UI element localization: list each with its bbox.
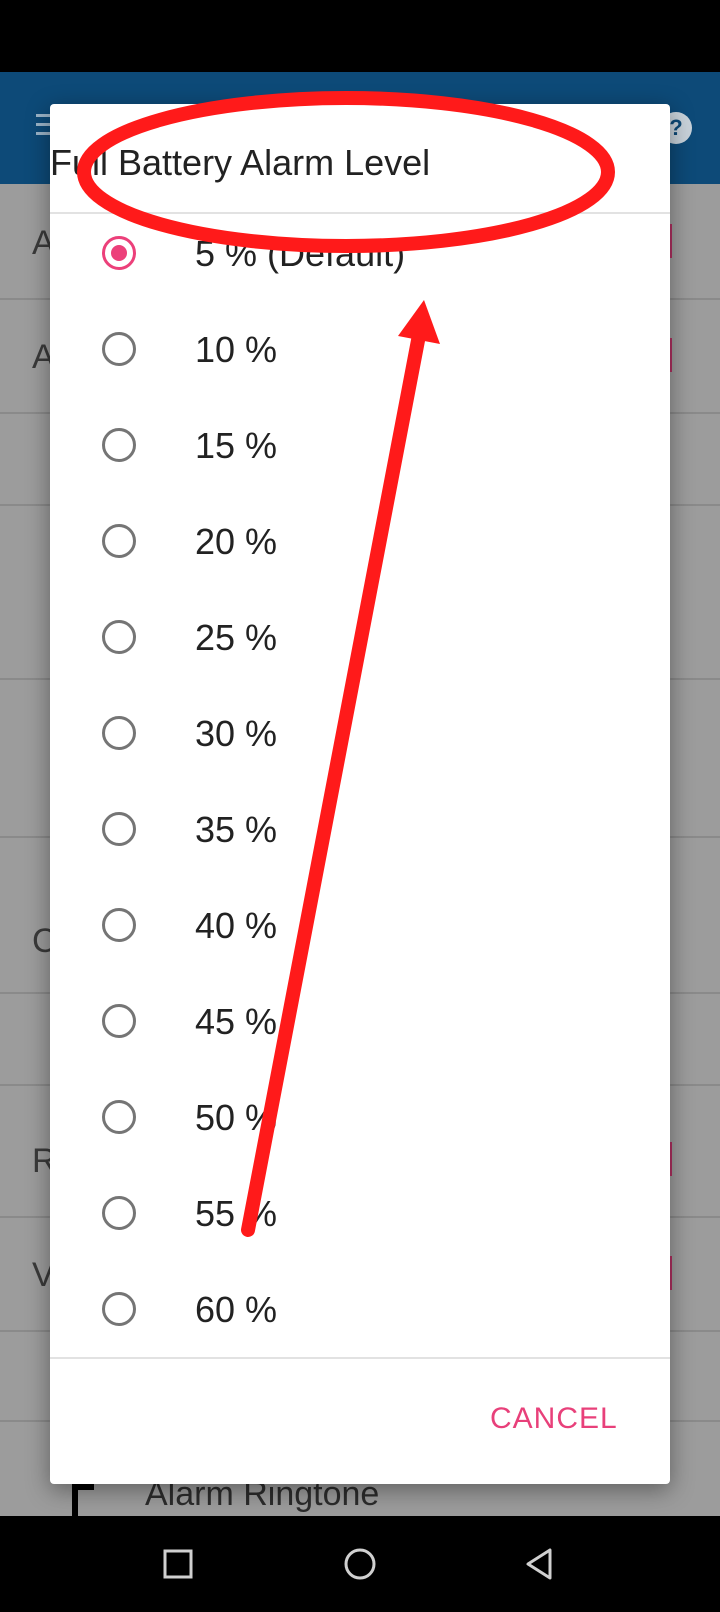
option-row[interactable]: 30 % [50, 689, 670, 785]
ringtone-icon [72, 1484, 94, 1516]
options-list[interactable]: 5 % (Default) 10 % 15 % 20 % 25 % 30 % 35 % 40 … [50, 214, 670, 1357]
circle-home-icon[interactable] [342, 1546, 378, 1582]
option-row[interactable]: 25 % [50, 593, 670, 689]
radio-button[interactable] [102, 1292, 136, 1326]
option-row[interactable]: 55 % [50, 1169, 670, 1265]
option-label: 40 % [195, 905, 278, 946]
option-row[interactable]: 40 % [50, 881, 670, 977]
option-row[interactable]: 50 % [50, 1073, 670, 1169]
option-row[interactable]: 5 % (Default) [50, 214, 670, 305]
dialog-divider [50, 1357, 670, 1359]
option-row[interactable]: 20 % [50, 497, 670, 593]
option-label: 55 % [195, 1193, 278, 1234]
radio-button[interactable] [102, 428, 136, 462]
option-row[interactable]: 35 % [50, 785, 670, 881]
option-label: 25 % [195, 617, 278, 658]
option-label: 5 % (Default) [195, 233, 406, 274]
option-row[interactable]: 15 % [50, 401, 670, 497]
option-row[interactable]: 45 % [50, 977, 670, 1073]
option-label: 45 % [195, 1001, 278, 1042]
option-label: 60 % [195, 1289, 278, 1330]
radio-button[interactable] [102, 1196, 136, 1230]
dialog-title: Full Battery Alarm Level [50, 142, 431, 183]
navigation-bar [0, 1516, 720, 1612]
option-row[interactable]: 10 % [50, 305, 670, 401]
option-row[interactable]: 60 % [50, 1265, 670, 1357]
option-label: 15 % [195, 425, 278, 466]
radio-button[interactable] [102, 524, 136, 558]
option-label: 50 % [195, 1097, 278, 1138]
radio-button[interactable] [102, 1100, 136, 1134]
option-label: 35 % [195, 809, 278, 850]
radio-button[interactable] [102, 1004, 136, 1038]
radio-button[interactable] [102, 812, 136, 846]
option-label: 10 % [195, 329, 278, 370]
square-recents-icon[interactable] [160, 1546, 196, 1582]
radio-button-selected[interactable] [102, 236, 136, 270]
radio-button[interactable] [102, 620, 136, 654]
radio-button[interactable] [102, 716, 136, 750]
option-label: 30 % [195, 713, 278, 754]
status-bar [0, 0, 720, 72]
cancel-button[interactable]: CANCEL [490, 1402, 618, 1436]
radio-button[interactable] [102, 908, 136, 942]
radio-button[interactable] [102, 332, 136, 366]
option-label: 20 % [195, 521, 278, 562]
triangle-back-icon[interactable] [522, 1546, 558, 1582]
